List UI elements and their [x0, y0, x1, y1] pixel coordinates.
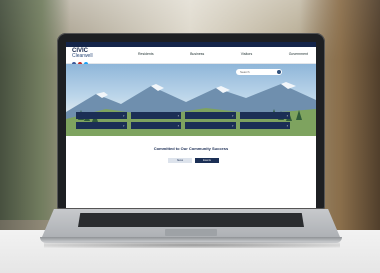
quick-link[interactable]	[239, 122, 290, 129]
logo-line2: Clearwell	[72, 53, 93, 59]
quick-link[interactable]	[239, 112, 290, 119]
quick-links	[76, 112, 290, 129]
laptop-trackpad	[165, 229, 217, 236]
search-placeholder: Search	[240, 70, 250, 74]
search-icon[interactable]	[277, 70, 281, 74]
content-tabs: News Events	[168, 158, 219, 163]
nav-item-residents[interactable]: Residents	[138, 52, 154, 56]
laptop-keyboard	[78, 213, 304, 227]
welcome-section: Committed to Our Community Success	[66, 146, 316, 152]
quick-link[interactable]	[185, 112, 236, 119]
site-header: CIVIC Clearwell Residents Business Visit…	[66, 47, 316, 64]
site-logo[interactable]: CIVIC Clearwell	[72, 48, 93, 59]
news-list	[94, 168, 284, 172]
tab-news[interactable]: News	[168, 158, 192, 163]
tab-events[interactable]: Events	[195, 158, 219, 163]
quick-link[interactable]	[130, 112, 181, 119]
main-nav: Residents Business Visitors Government	[138, 52, 308, 56]
welcome-title: Committed to Our Community Success	[153, 146, 229, 151]
nav-item-business[interactable]: Business	[190, 52, 204, 56]
quick-link[interactable]	[185, 122, 236, 129]
nav-item-visitors[interactable]: Visitors	[241, 52, 252, 56]
quick-link[interactable]	[76, 112, 127, 119]
nav-item-government[interactable]: Government	[289, 52, 308, 56]
quick-link[interactable]	[130, 122, 181, 129]
laptop-shadow	[44, 242, 340, 248]
quick-link[interactable]	[76, 122, 127, 129]
laptop-screen: CIVIC Clearwell Residents Business Visit…	[66, 42, 316, 208]
search-input[interactable]: Search	[236, 69, 282, 75]
